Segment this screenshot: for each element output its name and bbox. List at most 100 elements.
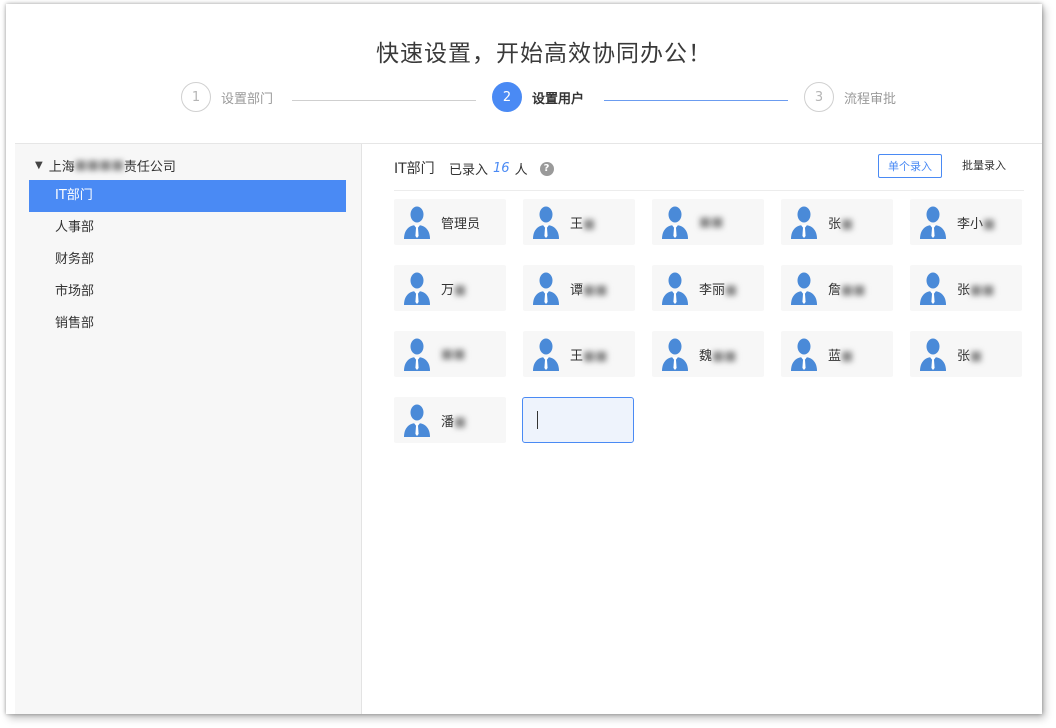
sidebar-item-sales[interactable]: 销售部 (29, 308, 346, 340)
user-card[interactable]: 张■ (910, 331, 1022, 377)
text-cursor (537, 411, 538, 429)
user-name-masked: ■■ (583, 348, 608, 364)
user-name-visible: 潘 (441, 414, 455, 430)
user-avatar-icon (403, 271, 431, 305)
user-card[interactable]: 王■ (523, 199, 635, 245)
user-name-visible: 张 (957, 282, 971, 298)
user-name-masked: ■■ (699, 214, 724, 230)
user-avatar-icon (790, 271, 818, 305)
user-card[interactable]: ■■ (394, 331, 506, 377)
sidebar-item-marketing[interactable]: 市场部 (29, 276, 346, 308)
user-card[interactable]: 魏■■ (652, 331, 764, 377)
user-name-masked: ■ (454, 282, 467, 298)
step-2-label: 设置用户 (532, 91, 585, 107)
user-name-visible: 蓝 (828, 348, 842, 364)
user-avatar-icon (532, 205, 560, 239)
user-name: 詹■■ (828, 279, 866, 298)
user-name-masked: ■ (983, 216, 996, 232)
user-name-masked: ■■ (841, 282, 866, 298)
batch-entry-button[interactable]: 批量录入 (962, 154, 1006, 178)
user-name: 张■ (957, 345, 982, 364)
user-name-masked: ■ (725, 282, 738, 298)
user-avatar-icon (532, 271, 560, 305)
user-name: ■■ (699, 215, 724, 230)
sidebar-item-hr[interactable]: 人事部 (29, 212, 346, 244)
step-1[interactable]: 1 设置部门 (181, 81, 273, 113)
user-name-masked: ■ (841, 216, 854, 232)
user-avatar-icon (919, 337, 947, 371)
user-card[interactable]: 万■ (394, 265, 506, 311)
user-name: ■■ (441, 347, 466, 362)
step-connector-1 (292, 100, 476, 101)
user-card[interactable]: 管理员 (394, 199, 506, 245)
user-name-masked: ■ (841, 348, 854, 364)
user-name-masked: ■ (970, 348, 983, 364)
user-avatar-icon (403, 403, 431, 437)
user-count-prefix: 已录入 (449, 163, 489, 178)
user-avatar-icon (403, 337, 431, 371)
user-name-visible: 张 (828, 216, 842, 232)
user-card[interactable]: 谭■■ (523, 265, 635, 311)
user-name-visible: 谭 (570, 282, 584, 298)
user-avatar-icon (532, 337, 560, 371)
user-card[interactable]: 张■■ (910, 265, 1022, 311)
user-name-visible: 魏 (699, 348, 713, 364)
user-avatar-icon (919, 271, 947, 305)
user-avatar-icon (919, 205, 947, 239)
sidebar-item-finance[interactable]: 财务部 (29, 244, 346, 276)
app-window: 快速设置，开始高效协同办公！ 1 设置部门 2 设置用户 3 流程审批 ▼ 上海… (6, 4, 1042, 714)
workspace: ▼ 上海 ■■■■ 责任公司 IT部门 人事部 财务部 市场部 销售部 IT部门… (15, 143, 1042, 714)
user-avatar-icon (661, 337, 689, 371)
user-card[interactable]: 詹■■ (781, 265, 893, 311)
user-card[interactable]: 蓝■ (781, 331, 893, 377)
user-name-visible: 王 (570, 348, 584, 364)
department-list: IT部门 人事部 财务部 市场部 销售部 (29, 180, 346, 340)
question-circle-icon[interactable]: ? (539, 161, 554, 176)
user-name-visible: 张 (957, 348, 971, 364)
user-name: 魏■■ (699, 345, 737, 364)
user-name-masked: ■ (454, 414, 467, 430)
step-connector-2 (604, 100, 788, 101)
user-name: 万■ (441, 279, 466, 298)
sidebar-item-it[interactable]: IT部门 (29, 180, 346, 212)
user-card[interactable]: 李小■ (910, 199, 1022, 245)
user-name-masked: ■ (583, 216, 596, 232)
user-avatar-icon (790, 337, 818, 371)
new-user-input[interactable] (522, 397, 634, 443)
user-card[interactable]: 张■ (781, 199, 893, 245)
user-name: 李小■ (957, 213, 995, 232)
single-entry-button[interactable]: 单个录入 (878, 154, 942, 178)
user-count-value: 16 (493, 161, 510, 176)
user-avatar-icon (661, 271, 689, 305)
user-name: 张■ (828, 213, 853, 232)
user-count: 已录入 16 人 ? (449, 159, 554, 178)
user-panel: IT部门 已录入 16 人 ? 单个录入 批量录入 管理员 王■ ■■ 张■ 李小■ 万■… (362, 144, 1042, 714)
user-name-visible: 李小 (957, 216, 984, 232)
user-name: 王■ (570, 213, 595, 232)
user-count-suffix: 人 (514, 163, 528, 178)
user-card[interactable]: 潘■ (394, 397, 506, 443)
user-avatar-icon (403, 205, 431, 239)
user-card[interactable]: 李丽■ (652, 265, 764, 311)
user-card[interactable]: 王■■ (523, 331, 635, 377)
company-name-prefix: 上海 (48, 160, 75, 175)
department-title: IT部门 (394, 161, 435, 177)
user-name-visible: 李丽 (699, 282, 726, 298)
step-3[interactable]: 3 流程审批 (804, 81, 896, 113)
user-name: 王■■ (570, 345, 608, 364)
user-name-visible: 管理员 (441, 216, 481, 232)
user-name-masked: ■■ (441, 346, 466, 362)
caret-down-icon[interactable]: ▼ (35, 160, 43, 171)
user-card[interactable]: ■■ (652, 199, 764, 245)
step-2[interactable]: 2 设置用户 (492, 81, 584, 113)
user-name-masked: ■■ (970, 282, 995, 298)
company-name-suffix: 责任公司 (123, 160, 176, 175)
step-2-number: 2 (492, 82, 522, 112)
step-3-label: 流程审批 (844, 91, 897, 107)
user-name-visible: 王 (570, 216, 584, 232)
user-panel-header: IT部门 已录入 16 人 ? 单个录入 批量录入 (394, 154, 1024, 191)
page-title: 快速设置，开始高效协同办公！ (376, 41, 712, 67)
company-node[interactable]: ▼ 上海 ■■■■ 责任公司 (35, 156, 176, 175)
user-name-masked: ■■ (583, 282, 608, 298)
user-name: 张■■ (957, 279, 995, 298)
